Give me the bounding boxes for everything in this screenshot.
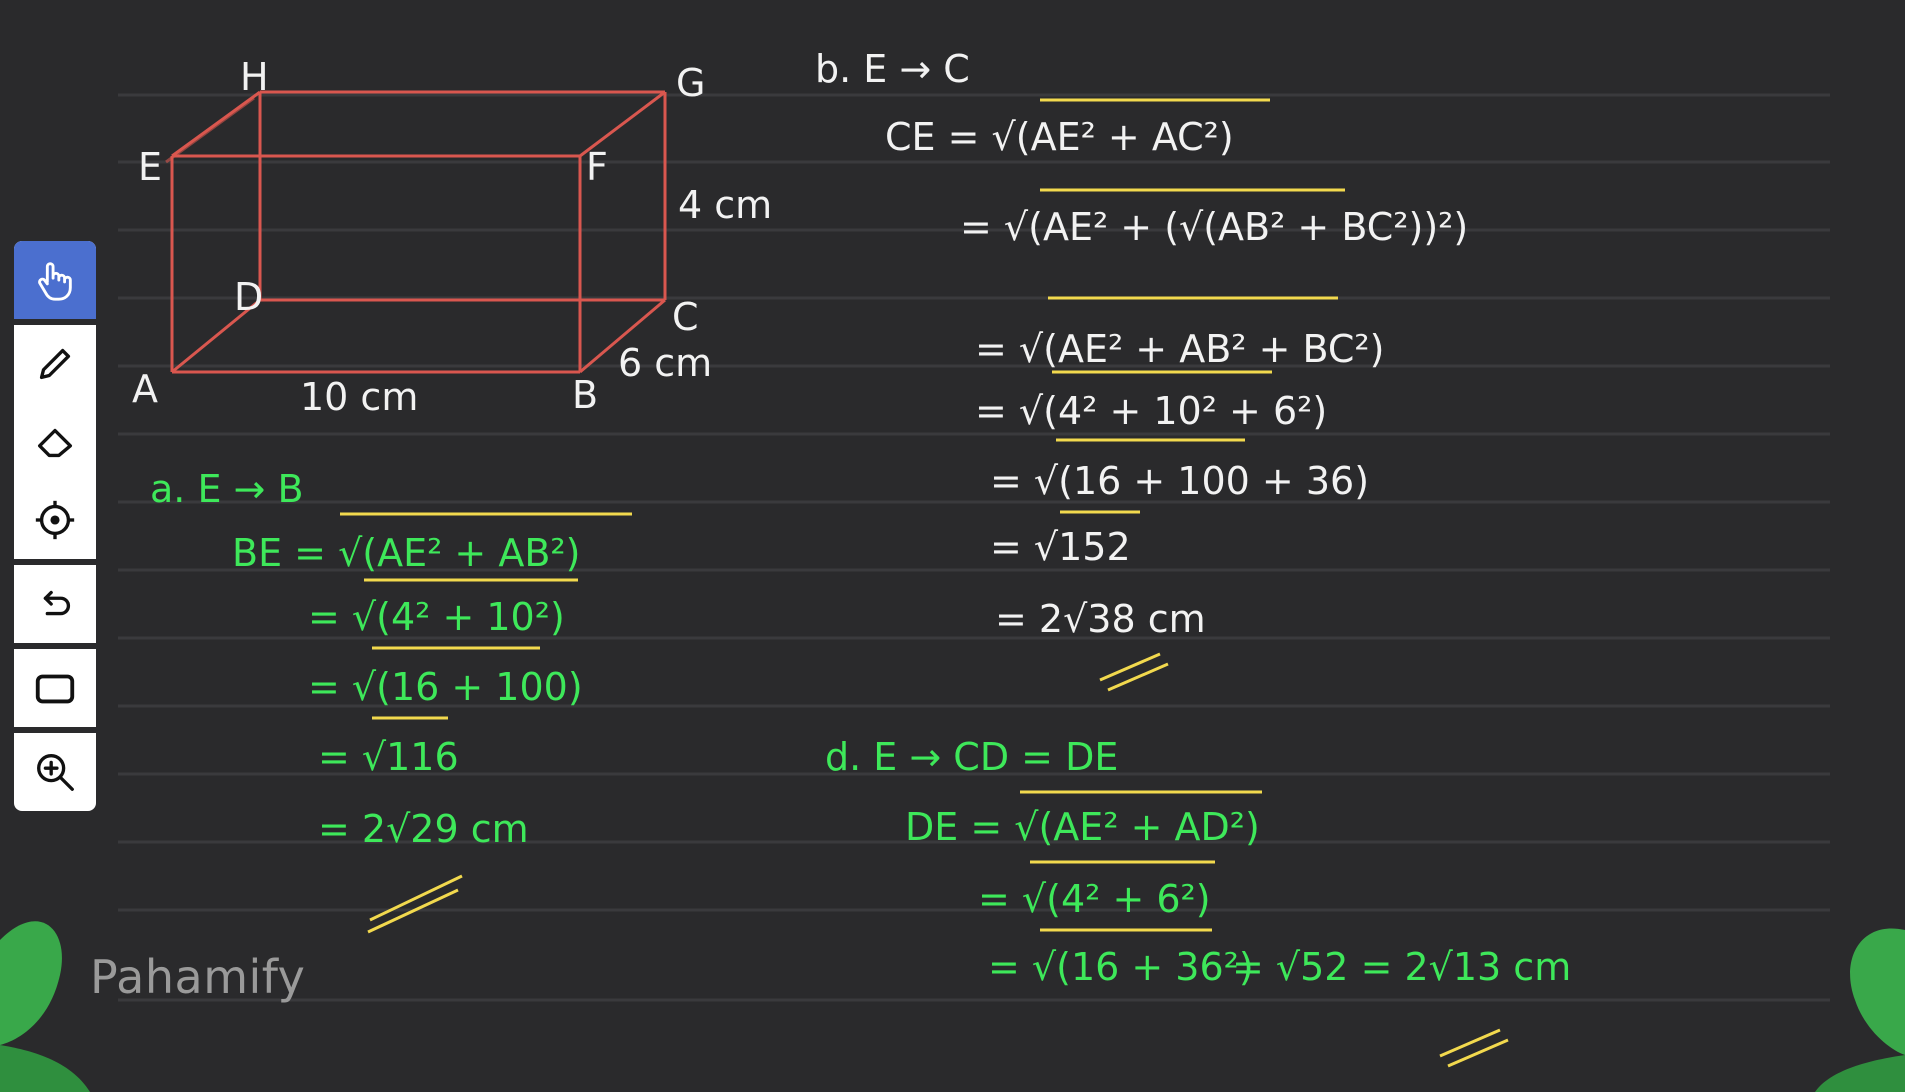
vertex-h-label: H <box>240 55 269 99</box>
brand-watermark: Pahamify <box>90 950 306 1004</box>
zoom-tool-button[interactable] <box>14 733 96 811</box>
part-b-heading: b. E → C <box>815 47 970 91</box>
crosshair-icon <box>35 500 75 540</box>
part-a-underlines <box>340 512 632 934</box>
cuboid-figure <box>165 90 667 374</box>
part-b-line-5: = √(16 + 100 + 36) <box>990 459 1369 503</box>
part-a-line-2: = √(4² + 10²) <box>308 595 565 639</box>
part-b-line-2: = √(AE² + (√(AB² + BC²))²) <box>960 205 1468 249</box>
depth-dimension-label: 6 cm <box>618 341 712 385</box>
eraser-icon <box>37 428 73 458</box>
part-d-line-4: = √52 = 2√13 cm <box>1232 945 1571 989</box>
drawing-toolbar <box>14 241 96 811</box>
pencil-icon <box>39 348 71 380</box>
part-b-solution: b. E → C CE = √(AE² + AC²) = √(AE² + (√(… <box>815 47 1468 692</box>
part-b-line-7: = 2√38 cm <box>995 597 1206 641</box>
length-dimension-label: 10 cm <box>300 375 418 419</box>
undo-tool-button[interactable] <box>14 565 96 643</box>
vertex-e-label: E <box>138 145 162 189</box>
part-d-heading: d. E → CD = DE <box>825 735 1118 779</box>
part-b-line-3: = √(AE² + AB² + BC²) <box>975 327 1384 371</box>
height-dimension-label: 4 cm <box>678 183 772 227</box>
eraser-tool-button[interactable] <box>14 403 96 481</box>
hand-tool-button[interactable] <box>14 241 96 319</box>
whiteboard-canvas[interactable]: H G E F D C A B 4 cm 6 cm 10 cm a. E → B… <box>0 0 1905 1092</box>
leaf-decoration-left <box>0 921 90 1092</box>
shape-tool-button[interactable] <box>14 649 96 727</box>
hand-icon <box>38 262 72 301</box>
part-b-line-6: = √152 <box>990 525 1131 569</box>
zoom-in-icon <box>37 754 74 791</box>
vertex-g-label: G <box>676 61 705 105</box>
part-a-solution: a. E → B BE = √(AE² + AB²) = √(4² + 10²)… <box>150 467 632 934</box>
vertex-c-label: C <box>672 295 699 339</box>
part-b-line-4: = √(4² + 10² + 6²) <box>975 389 1327 433</box>
part-a-line-3: = √(16 + 100) <box>308 665 583 709</box>
vertex-d-label: D <box>234 275 263 319</box>
part-d-line-1: DE = √(AE² + AD²) <box>905 805 1260 849</box>
vertex-f-label: F <box>586 145 608 189</box>
vertex-a-label: A <box>132 367 158 411</box>
part-d-line-2: = √(4² + 6²) <box>978 877 1211 921</box>
part-d-solution: d. E → CD = DE DE = √(AE² + AD²) = √(4² … <box>825 735 1571 1068</box>
rectangle-icon <box>35 674 75 704</box>
part-a-heading: a. E → B <box>150 467 304 511</box>
part-b-line-1: CE = √(AE² + AC²) <box>885 115 1234 159</box>
undo-icon <box>43 590 71 616</box>
pen-tool-button[interactable] <box>14 325 96 403</box>
leaf-decoration-right <box>1815 928 1905 1092</box>
vertex-labels: H G E F D C A B 4 cm 6 cm 10 cm <box>132 55 772 419</box>
vertex-b-label: B <box>572 373 598 417</box>
part-a-line-5: = 2√29 cm <box>318 807 529 851</box>
part-a-line-1: BE = √(AE² + AB²) <box>232 531 580 575</box>
part-d-line-3: = √(16 + 36²) <box>988 945 1254 989</box>
part-a-line-4: = √116 <box>318 735 459 779</box>
laser-tool-button[interactable] <box>14 481 96 559</box>
